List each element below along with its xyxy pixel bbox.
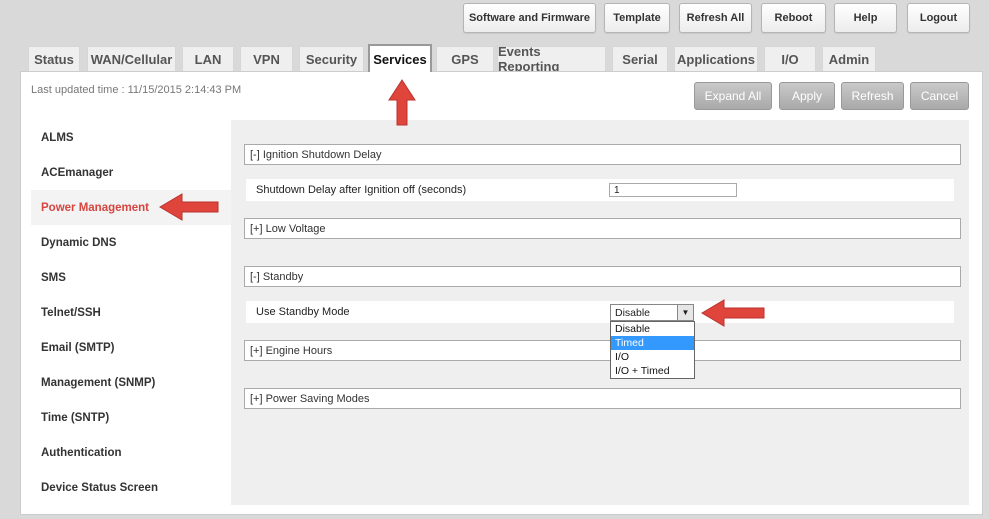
shutdown-delay-label: Shutdown Delay after Ignition off (secon… [256,184,467,196]
standby-mode-dropdown: Disable Timed I/O I/O + Timed [610,321,695,379]
arrow-left-icon [701,299,765,327]
tab-status[interactable]: Status [28,46,80,71]
option-io[interactable]: I/O [611,350,694,364]
tab-io[interactable]: I/O [764,46,816,71]
tab-security[interactable]: Security [299,46,364,71]
logout-button[interactable]: Logout [907,3,970,33]
shutdown-delay-input[interactable]: 1 [609,183,737,197]
tab-gps[interactable]: GPS [436,46,494,71]
tab-applications[interactable]: Applications [674,46,758,71]
reboot-button[interactable]: Reboot [761,3,826,33]
sidebar-item-acemanager[interactable]: ACEmanager [31,155,231,190]
template-button[interactable]: Template [604,3,670,33]
tab-admin[interactable]: Admin [822,46,876,71]
standby-mode-label: Use Standby Mode [256,306,350,318]
help-button[interactable]: Help [834,3,897,33]
tab-services[interactable]: Services [368,44,432,72]
standby-mode-row: Use Standby Mode [246,301,954,323]
option-timed[interactable]: Timed [611,336,694,350]
standby-mode-value: Disable [615,306,651,319]
sidebar-item-dynamic-dns[interactable]: Dynamic DNS [31,225,231,260]
sidebar-item-time-sntp[interactable]: Time (SNTP) [31,400,231,435]
shutdown-delay-row: Shutdown Delay after Ignition off (secon… [246,179,954,201]
refresh-all-button[interactable]: Refresh All [679,3,752,33]
tab-wan-cellular[interactable]: WAN/Cellular [87,46,176,71]
sidebar-item-email-smtp[interactable]: Email (SMTP) [31,330,231,365]
software-firmware-button[interactable]: Software and Firmware [463,3,596,33]
arrow-up-icon [388,79,416,126]
standby-mode-select[interactable]: Disable ▼ [610,304,694,321]
chevron-down-icon[interactable]: ▼ [677,305,693,320]
tab-vpn[interactable]: VPN [240,46,293,71]
section-standby[interactable]: [-] Standby [244,266,961,287]
sidebar-item-sms[interactable]: SMS [31,260,231,295]
arrow-left-icon [159,193,219,221]
last-updated-text: Last updated time : 11/15/2015 2:14:43 P… [31,84,242,96]
tab-serial[interactable]: Serial [612,46,668,71]
sidebar-item-alms[interactable]: ALMS [31,120,231,155]
section-power-saving-modes[interactable]: [+] Power Saving Modes [244,388,961,409]
refresh-button[interactable]: Refresh [841,82,904,110]
option-disable[interactable]: Disable [611,322,694,336]
sidebar-item-authentication[interactable]: Authentication [31,435,231,470]
tab-events-reporting[interactable]: Events Reporting [497,44,606,74]
option-io-timed[interactable]: I/O + Timed [611,364,694,378]
section-engine-hours[interactable]: [+] Engine Hours [244,340,961,361]
sidebar-item-management-snmp[interactable]: Management (SNMP) [31,365,231,400]
apply-button[interactable]: Apply [779,82,835,110]
section-ignition-shutdown-delay[interactable]: [-] Ignition Shutdown Delay [244,144,961,165]
cancel-button[interactable]: Cancel [910,82,969,110]
sidebar-item-telnet-ssh[interactable]: Telnet/SSH [31,295,231,330]
tab-lan[interactable]: LAN [182,46,234,71]
expand-all-button[interactable]: Expand All [694,82,772,110]
sidebar-item-device-status-screen[interactable]: Device Status Screen [31,470,231,505]
section-low-voltage[interactable]: [+] Low Voltage [244,218,961,239]
